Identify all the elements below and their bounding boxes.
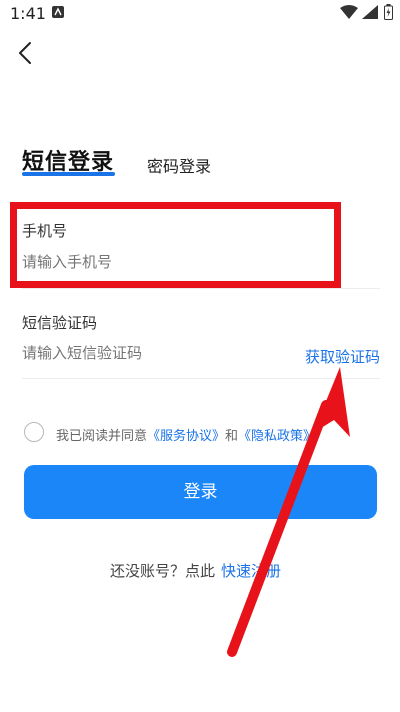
- sms-code-input[interactable]: [22, 345, 262, 362]
- login-button[interactable]: 登录: [24, 465, 377, 519]
- status-time: 1:41: [10, 4, 46, 23]
- register-row: 还没账号？点此 快速注册: [110, 560, 281, 581]
- app-notification-icon: [52, 6, 64, 18]
- signal-icon: [362, 5, 378, 19]
- agreement-checkbox[interactable]: [24, 422, 44, 442]
- sms-code-divider: [22, 378, 380, 379]
- tab-password-login[interactable]: 密码登录: [147, 153, 211, 177]
- agreement-prefix: 我已阅读并同意: [56, 429, 148, 444]
- highlight-box: [10, 202, 341, 288]
- chevron-left-icon: [19, 42, 31, 64]
- register-prompt: 还没账号？点此: [110, 562, 216, 580]
- get-code-button[interactable]: 获取验证码: [305, 346, 380, 367]
- wifi-icon: [340, 5, 358, 19]
- privacy-policy-link[interactable]: 《隐私政策》: [238, 429, 316, 444]
- agreement-text: 我已阅读并同意《服务协议》和《隐私政策》: [56, 425, 316, 444]
- agreement-and: 和: [225, 429, 239, 444]
- back-button[interactable]: [14, 40, 38, 66]
- battery-icon: [384, 4, 393, 20]
- quick-register-link[interactable]: 快速注册: [221, 562, 281, 580]
- service-agreement-link[interactable]: 《服务协议》: [147, 429, 225, 444]
- phone-divider: [22, 288, 380, 289]
- sms-code-label: 短信验证码: [22, 314, 98, 332]
- active-tab-indicator: [22, 172, 115, 176]
